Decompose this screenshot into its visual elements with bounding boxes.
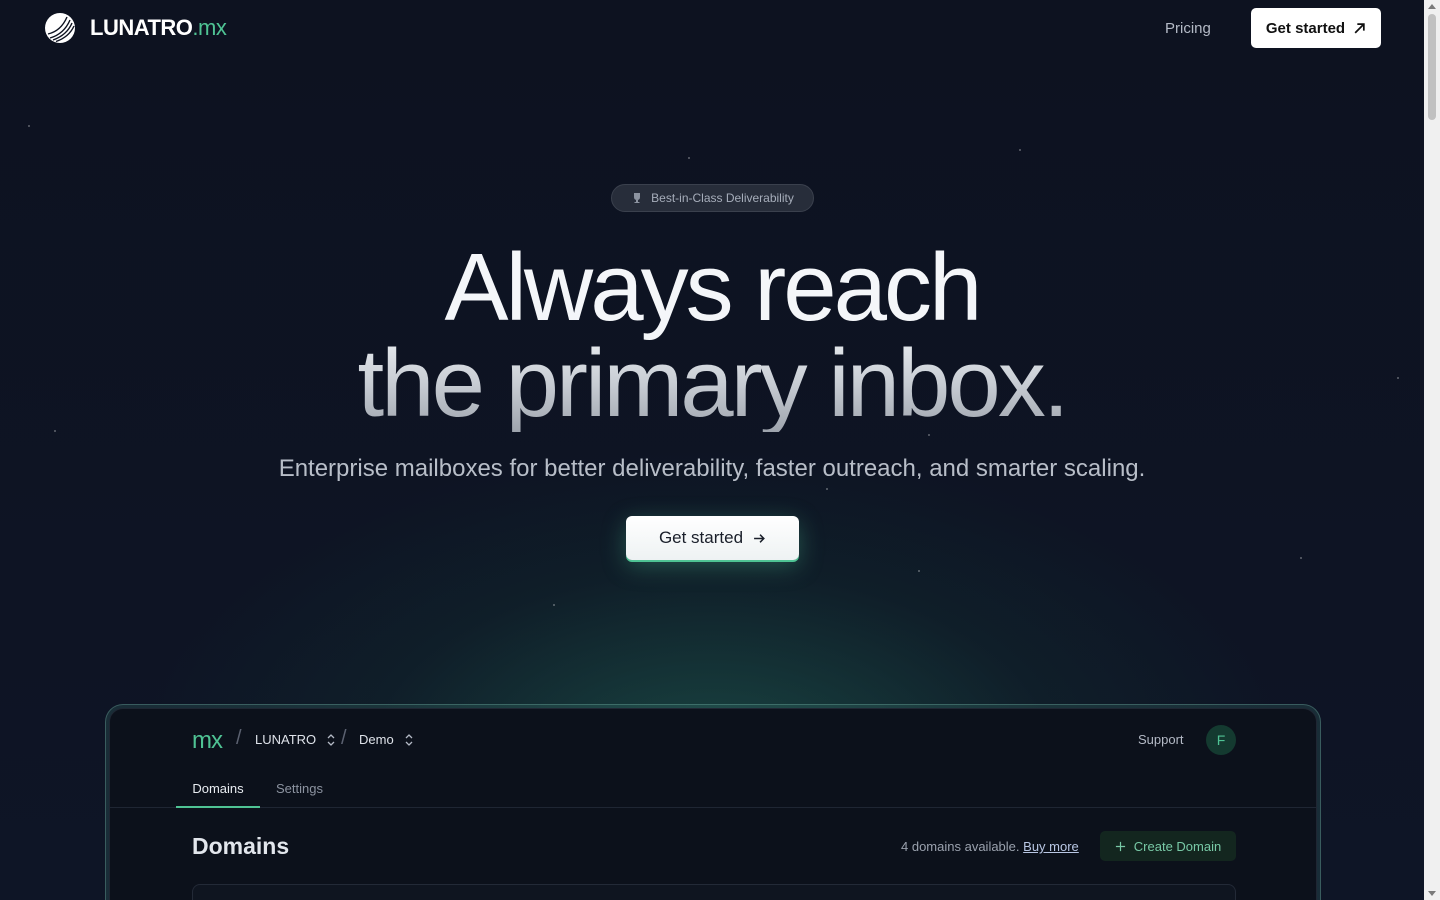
page-scrollbar[interactable] [1424, 0, 1440, 900]
nav-pricing-link[interactable]: Pricing [1165, 20, 1211, 37]
top-nav: LUNATRO.mx Pricing Get started [0, 0, 1424, 56]
breadcrumb-separator: / [236, 727, 242, 749]
brand-logo[interactable]: LUNATRO.mx [44, 12, 227, 44]
tab-settings[interactable]: Settings [276, 781, 323, 808]
preview-mx-logo: mx [192, 727, 223, 754]
badge-label: Best-in-Class Deliverability [651, 191, 794, 205]
preview-tabs: Domains Settings [110, 775, 1316, 808]
hero-title-line1: Always reach [444, 234, 983, 341]
support-link[interactable]: Support [1138, 732, 1184, 747]
header-get-started-label: Get started [1265, 19, 1346, 37]
hero-get-started-label: Get started [658, 528, 744, 547]
app-preview: mx / LUNATRO / Demo Support F Domains Se… [109, 708, 1317, 900]
deliverability-badge: Best-in-Class Deliverability [611, 184, 814, 212]
star [28, 125, 30, 127]
scrollbar-thumb[interactable] [1428, 14, 1436, 120]
org-name: LUNATRO [255, 732, 317, 747]
org-switcher[interactable]: LUNATRO [255, 732, 336, 747]
star [826, 488, 828, 490]
star [1019, 149, 1021, 151]
header-get-started-button[interactable]: Get started [1251, 8, 1381, 48]
scroll-down-icon[interactable] [1428, 891, 1436, 896]
create-domain-button[interactable]: Create Domain [1100, 831, 1236, 861]
create-domain-label: Create Domain [1133, 838, 1222, 854]
brand-name: LUNATRO.mx [90, 15, 227, 40]
hero-title-line2: the primary inbox. [0, 336, 1424, 432]
star [553, 604, 555, 606]
project-name: Demo [359, 732, 394, 747]
star [918, 570, 920, 572]
hero-get-started-button[interactable]: Get started [626, 516, 799, 560]
moon-logo-icon [45, 13, 75, 43]
avatar[interactable]: F [1206, 725, 1236, 755]
chevron-up-down-icon [405, 733, 413, 746]
breadcrumb-separator: / [341, 727, 347, 749]
domains-heading: Domains [192, 833, 290, 859]
chevron-up-down-icon [327, 733, 335, 746]
hero-subtitle: Enterprise mailboxes for better delivera… [278, 455, 1146, 482]
domains-available-text: 4 domains available. Buy more [901, 839, 1079, 854]
tab-domains[interactable]: Domains [176, 781, 260, 808]
star [1300, 557, 1302, 559]
scroll-up-icon[interactable] [1428, 4, 1436, 9]
buy-more-link[interactable]: Buy more [1023, 839, 1079, 854]
arrow-right-icon [754, 533, 765, 543]
star [688, 157, 690, 159]
plus-icon [1115, 841, 1125, 851]
project-switcher[interactable]: Demo [359, 732, 414, 747]
domain-list-card [192, 884, 1236, 900]
arrow-up-right-icon [1354, 22, 1365, 33]
trophy-icon [634, 193, 641, 203]
